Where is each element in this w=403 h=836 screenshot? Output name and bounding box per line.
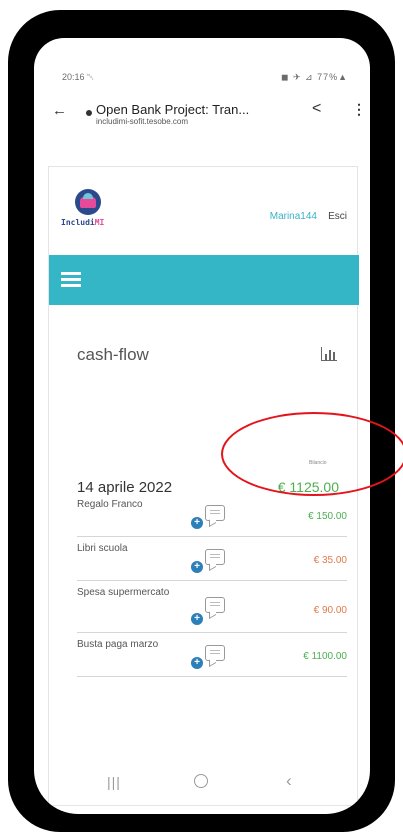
nav-back-icon[interactable]: ‹ [286, 771, 292, 791]
status-bar: 20:16 ␀ ◼ ✈ ⊿ 77%▲ [34, 38, 370, 82]
add-icon[interactable]: + [191, 613, 203, 625]
comment-icon[interactable] [205, 645, 225, 661]
logout-link[interactable]: Esci [328, 211, 347, 222]
secure-lock-icon[interactable] [86, 110, 92, 116]
app-logo[interactable]: IncludiMI [59, 189, 121, 233]
transaction-row: Regalo Franco + € 150.00 [77, 497, 347, 537]
home-icon[interactable] [194, 774, 208, 788]
nav-bar [49, 255, 359, 305]
section-title: cash-flow [77, 345, 149, 364]
transaction-row: Spesa supermercato + € 90.00 [77, 585, 347, 633]
logo-badge-icon [75, 189, 101, 215]
logo-text-accent: MI [94, 218, 105, 227]
transaction-row: Busta paga marzo + € 1100.00 [77, 637, 347, 677]
transaction-row: Libri scuola + € 35.00 [77, 541, 347, 581]
date-label: 14 aprile 2022 [77, 479, 173, 496]
status-icons: ◼ ✈ ⊿ 77%▲ [281, 72, 348, 82]
transaction-amount: € 35.00 [313, 555, 347, 566]
annotation-ellipse [221, 412, 403, 496]
status-time: 20:16 ␀ [62, 72, 95, 82]
browser-page-title[interactable]: Open Bank Project: Tran... [96, 102, 249, 117]
add-icon[interactable]: + [191, 517, 203, 529]
recent-apps-icon[interactable]: ||| [107, 774, 121, 790]
transaction-amount: € 90.00 [313, 605, 347, 616]
username-link[interactable]: Marina144 [270, 211, 317, 222]
transaction-name: Regalo Franco [77, 499, 143, 510]
share-icon[interactable]: < [312, 100, 321, 118]
hamburger-menu-icon[interactable] [61, 272, 81, 287]
add-icon[interactable]: + [191, 561, 203, 573]
back-arrow-icon[interactable]: ← [52, 102, 67, 119]
transaction-amount: € 150.00 [308, 511, 347, 522]
transaction-name: Libri scuola [77, 543, 128, 554]
comment-icon[interactable] [205, 549, 225, 565]
comment-icon[interactable] [205, 505, 225, 521]
transaction-name: Spesa supermercato [77, 587, 170, 598]
browser-bar: ← Open Bank Project: Tran... includimi-s… [34, 96, 370, 136]
transaction-name: Busta paga marzo [77, 639, 159, 650]
transaction-amount: € 1100.00 [303, 651, 347, 662]
more-options-icon[interactable]: ⋮ [352, 101, 366, 118]
bar-chart-icon[interactable] [321, 347, 337, 361]
logo-text-main: Includi [61, 218, 95, 227]
browser-page-url[interactable]: includimi-sofit.tesobe.com [96, 117, 188, 126]
add-icon[interactable]: + [191, 657, 203, 669]
system-nav-bar: ||| ‹ [34, 764, 370, 804]
logo-text: IncludiMI [61, 218, 104, 227]
comment-icon[interactable] [205, 597, 225, 613]
